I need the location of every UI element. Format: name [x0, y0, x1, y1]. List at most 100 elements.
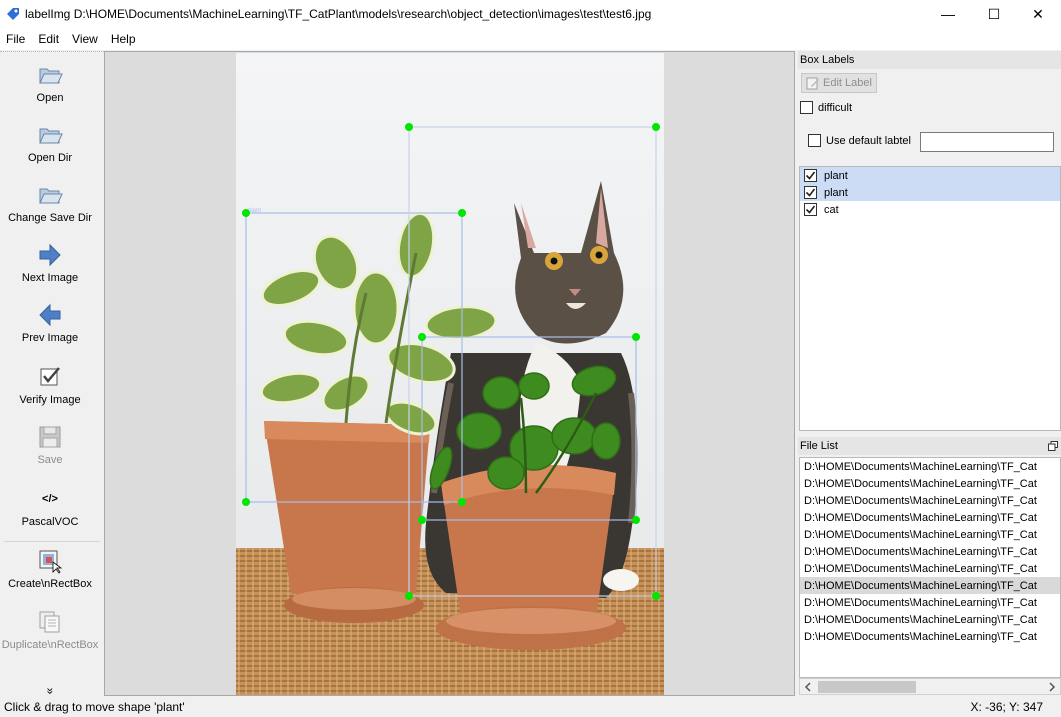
next-image-button[interactable]: Next Image: [0, 242, 100, 284]
menu-view[interactable]: View: [66, 32, 105, 46]
edit-label-text: Edit Label: [823, 77, 872, 89]
handle-icon[interactable]: [405, 592, 413, 600]
close-button[interactable]: ✕: [1015, 0, 1061, 28]
next-image-label: Next Image: [21, 272, 79, 284]
plant-box-left[interactable]: [245, 212, 463, 503]
file-list-item[interactable]: D:\HOME\Documents\MachineLearning\TF_Cat: [800, 492, 1060, 509]
handle-icon[interactable]: [458, 209, 466, 217]
verify-image-label: Verify Image: [19, 394, 81, 406]
folder-open-icon: [37, 62, 63, 88]
handle-icon[interactable]: [242, 209, 250, 217]
file-list-item[interactable]: D:\HOME\Documents\MachineLearning\TF_Cat: [800, 509, 1060, 526]
label-checkbox[interactable]: [804, 169, 817, 182]
chevron-down-icon: »: [43, 687, 57, 695]
handle-icon[interactable]: [652, 123, 660, 131]
checkmark-icon: [805, 188, 816, 197]
menu-help[interactable]: Help: [105, 32, 143, 46]
handle-icon[interactable]: [418, 516, 426, 524]
create-rectbox-button[interactable]: Create\nRectBox: [0, 548, 100, 590]
bounding-box-overlay[interactable]: plant: [105, 52, 795, 696]
minimize-button[interactable]: —: [925, 0, 971, 28]
change-save-dir-button[interactable]: Change Save Dir: [0, 182, 100, 224]
label-name: plant: [824, 169, 848, 182]
file-list-item[interactable]: D:\HOME\Documents\MachineLearning\TF_Cat: [800, 526, 1060, 543]
use-default-label-text: Use default labtel: [826, 134, 911, 147]
difficult-checkbox-row[interactable]: difficult: [800, 101, 852, 114]
use-default-label-checkbox[interactable]: [808, 134, 821, 147]
difficult-checkbox[interactable]: [800, 101, 813, 114]
floppy-disk-icon: [37, 424, 63, 450]
code-format-icon: </>: [42, 493, 58, 505]
handle-icon[interactable]: [418, 333, 426, 341]
change-save-dir-label: Change Save Dir: [8, 212, 92, 224]
file-list-item[interactable]: D:\HOME\Documents\MachineLearning\TF_Cat: [800, 458, 1060, 475]
duplicate-rectbox-label: Duplicate\nRectBox: [1, 639, 99, 651]
file-list-item[interactable]: D:\HOME\Documents\MachineLearning\TF_Cat: [800, 543, 1060, 560]
label-list[interactable]: plant plant cat: [799, 166, 1061, 431]
toolbar-extension-button[interactable]: »: [0, 684, 100, 698]
checkmark-icon: [805, 205, 816, 214]
save-button[interactable]: Save: [0, 424, 100, 466]
label-list-item[interactable]: plant: [800, 167, 1060, 184]
file-list-dock: File List D:\HOME\Documents\MachineLearn…: [798, 437, 1061, 697]
file-list-item[interactable]: D:\HOME\Documents\MachineLearning\TF_Cat: [800, 611, 1060, 628]
arrow-left-icon: [37, 302, 63, 328]
image-canvas[interactable]: plant: [104, 51, 795, 696]
create-rectbox-label: Create\nRectBox: [8, 578, 92, 590]
label-list-item[interactable]: plant: [800, 184, 1060, 201]
file-list-item[interactable]: D:\HOME\Documents\MachineLearning\TF_Cat: [800, 628, 1060, 645]
plant-box-right[interactable]: [421, 336, 637, 521]
handle-icon[interactable]: [405, 123, 413, 131]
handle-icon[interactable]: [242, 498, 250, 506]
duplicate-rectbox-button[interactable]: Duplicate\nRectBox: [0, 609, 100, 651]
menu-file[interactable]: File: [0, 32, 32, 46]
label-list-item[interactable]: cat: [800, 201, 1060, 218]
left-toolbar: Open Open Dir Change Save Dir Next Image…: [0, 51, 104, 697]
open-dir-button[interactable]: Open Dir: [0, 122, 100, 164]
toolbar-separator: [4, 541, 100, 542]
open-button[interactable]: Open: [0, 62, 100, 104]
float-dock-icon[interactable]: [1048, 441, 1058, 451]
handle-icon[interactable]: [632, 516, 640, 524]
edit-pencil-icon: [806, 77, 819, 90]
file-list-item[interactable]: D:\HOME\Documents\MachineLearning\TF_Cat: [800, 560, 1060, 577]
chevron-left-icon[interactable]: [804, 682, 812, 692]
scrollbar-thumb[interactable]: [818, 681, 916, 693]
file-list-horizontal-scrollbar[interactable]: [799, 678, 1061, 695]
handle-icon[interactable]: [632, 333, 640, 341]
box-labels-title: Box Labels: [798, 51, 1061, 69]
label-checkbox[interactable]: [804, 186, 817, 199]
box-labels-dock: Box Labels Edit Label difficult Use defa…: [798, 51, 1061, 433]
file-list[interactable]: D:\HOME\Documents\MachineLearning\TF_Cat…: [799, 457, 1061, 678]
label-name: plant: [824, 186, 848, 199]
format-label: PascalVOC: [21, 516, 79, 528]
use-default-label-row[interactable]: Use default labtel: [808, 134, 911, 147]
checkbox-verify-icon: [37, 364, 63, 390]
prev-image-button[interactable]: Prev Image: [0, 302, 100, 344]
open-label: Open: [36, 92, 64, 104]
cat-box[interactable]: [408, 126, 657, 597]
chevron-right-icon[interactable]: [1048, 682, 1056, 692]
default-label-input[interactable]: [920, 132, 1054, 152]
difficult-label: difficult: [818, 101, 853, 114]
window-title: labelImg D:\HOME\Documents\MachineLearni…: [25, 7, 652, 21]
title-bar: labelImg D:\HOME\Documents\MachineLearni…: [0, 0, 1061, 28]
file-list-item[interactable]: D:\HOME\Documents\MachineLearning\TF_Cat: [800, 594, 1060, 611]
format-pascalvoc-button[interactable]: </> PascalVOC: [0, 486, 100, 528]
plant-box-label: plant: [248, 208, 261, 214]
cursor-coordinates: X: -36; Y: 347: [970, 700, 1044, 714]
handle-icon[interactable]: [458, 498, 466, 506]
file-list-item[interactable]: D:\HOME\Documents\MachineLearning\TF_Cat: [800, 475, 1060, 492]
maximize-button[interactable]: ☐: [971, 0, 1017, 28]
app-tag-icon: [7, 8, 19, 20]
file-list-item-selected[interactable]: D:\HOME\Documents\MachineLearning\TF_Cat: [800, 577, 1060, 594]
label-name: cat: [824, 203, 839, 216]
menu-edit[interactable]: Edit: [32, 32, 66, 46]
verify-image-button[interactable]: Verify Image: [0, 364, 100, 406]
label-checkbox[interactable]: [804, 203, 817, 216]
save-label: Save: [37, 454, 63, 466]
handle-icon[interactable]: [652, 592, 660, 600]
arrow-right-icon: [37, 242, 63, 268]
edit-label-button[interactable]: Edit Label: [801, 73, 877, 93]
checkmark-icon: [805, 171, 816, 180]
